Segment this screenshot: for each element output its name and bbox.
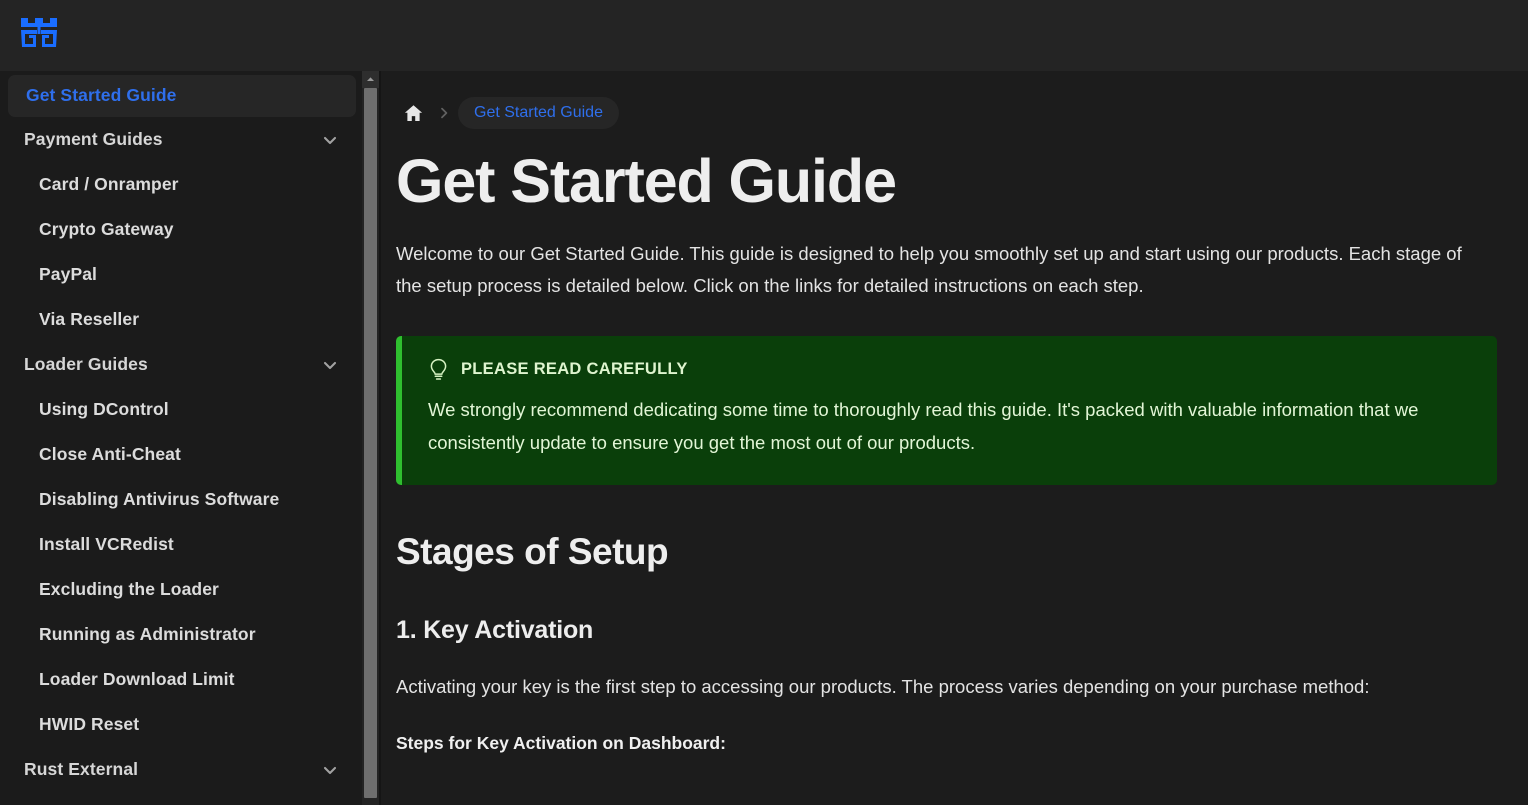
sidebar-item-label: Via Reseller	[39, 308, 140, 329]
sidebar-navigation[interactable]: Get Started Guide Payment Guides Card / …	[0, 71, 362, 805]
chevron-right-icon	[430, 99, 458, 127]
sidebar-item-label: Get Started Guide	[26, 85, 177, 106]
sidebar-item-label: Payment Guides	[24, 128, 163, 149]
app-root: Get Started Guide Payment Guides Card / …	[0, 0, 1528, 805]
home-icon[interactable]	[396, 96, 430, 130]
intro-paragraph: Welcome to our Get Started Guide. This g…	[396, 243, 1462, 296]
sidebar-item-label: Loader Guides	[24, 353, 148, 374]
brand-logo-icon[interactable]	[18, 15, 60, 57]
chevron-down-icon[interactable]	[320, 130, 340, 150]
sidebar-item-label: Loader Download Limit	[39, 668, 235, 689]
sidebar-item-label: Close Anti-Cheat	[39, 443, 181, 464]
sidebar-item-rust-external[interactable]: Rust External	[0, 747, 362, 792]
page-title: Get Started Guide	[396, 147, 897, 215]
main-content: Get Started Guide Get Started Guide Welc…	[381, 71, 1528, 805]
sidebar-item-excluding-the-loader[interactable]: Excluding the Loader	[0, 567, 362, 612]
sidebar-item-close-anti-cheat[interactable]: Close Anti-Cheat	[0, 432, 362, 477]
breadcrumb-current-link[interactable]: Get Started Guide	[458, 97, 619, 129]
sidebar-item-via-reseller[interactable]: Via Reseller	[0, 297, 362, 342]
callout-header: PLEASE READ CAREFULLY	[428, 358, 1471, 382]
sidebar-scrollbar[interactable]	[362, 71, 379, 805]
subsection-paragraph: Activating your key is the first step to…	[396, 676, 1370, 698]
sidebar-item-hwid-reset[interactable]: HWID Reset	[0, 702, 362, 747]
sidebar-item-paypal[interactable]: PayPal	[0, 252, 362, 297]
top-header-bar	[0, 0, 1528, 71]
sidebar-item-install-vcredist[interactable]: Install VCRedist	[0, 522, 362, 567]
sidebar-item-label: Disabling Antivirus Software	[39, 488, 280, 509]
sidebar-item-get-started-guide[interactable]: Get Started Guide	[8, 75, 356, 117]
lightbulb-icon	[428, 358, 449, 382]
breadcrumb: Get Started Guide	[396, 71, 1497, 131]
sidebar-item-label: Crypto Gateway	[39, 218, 174, 239]
sidebar-item-label: Install VCRedist	[39, 533, 174, 554]
sidebar-item-crypto-gateway[interactable]: Crypto Gateway	[0, 207, 362, 252]
chevron-down-icon[interactable]	[320, 760, 340, 780]
sidebar-item-payment-guides[interactable]: Payment Guides	[0, 117, 362, 162]
section-heading-stages-of-setup: Stages of Setup	[396, 531, 669, 573]
scroll-up-arrow-icon[interactable]	[362, 71, 379, 88]
sidebar-item-card-onramper[interactable]: Card / Onramper	[0, 162, 362, 207]
callout-please-read-carefully: PLEASE READ CAREFULLY We strongly recomm…	[396, 335, 1497, 486]
sidebar-item-label: Running as Administrator	[39, 623, 256, 644]
subsection-heading-key-activation: 1. Key Activation	[396, 616, 594, 645]
sidebar-item-loader-download-limit[interactable]: Loader Download Limit	[0, 657, 362, 702]
callout-title: PLEASE READ CAREFULLY	[461, 360, 688, 379]
sidebar-item-label: HWID Reset	[39, 713, 140, 734]
chevron-down-icon[interactable]	[320, 355, 340, 375]
sidebar-item-label: Using DControl	[39, 398, 169, 419]
sidebar-item-running-as-administrator[interactable]: Running as Administrator	[0, 612, 362, 657]
callout-text: We strongly recommend dedicating some ti…	[428, 398, 1419, 453]
sidebar-item-loader-guides[interactable]: Loader Guides	[0, 342, 362, 387]
sidebar-item-label: PayPal	[39, 263, 98, 284]
sidebar-item-label: Rust External	[24, 758, 139, 779]
sidebar-item-disabling-antivirus-software[interactable]: Disabling Antivirus Software	[0, 477, 362, 522]
sidebar-item-using-dcontrol[interactable]: Using DControl	[0, 387, 362, 432]
scrollbar-thumb[interactable]	[364, 88, 377, 798]
brand-logo-glyph	[21, 17, 57, 47]
sidebar-item-label: Excluding the Loader	[39, 578, 219, 599]
steps-heading: Steps for Key Activation on Dashboard:	[396, 732, 726, 753]
sidebar-item-label: Card / Onramper	[39, 173, 179, 194]
